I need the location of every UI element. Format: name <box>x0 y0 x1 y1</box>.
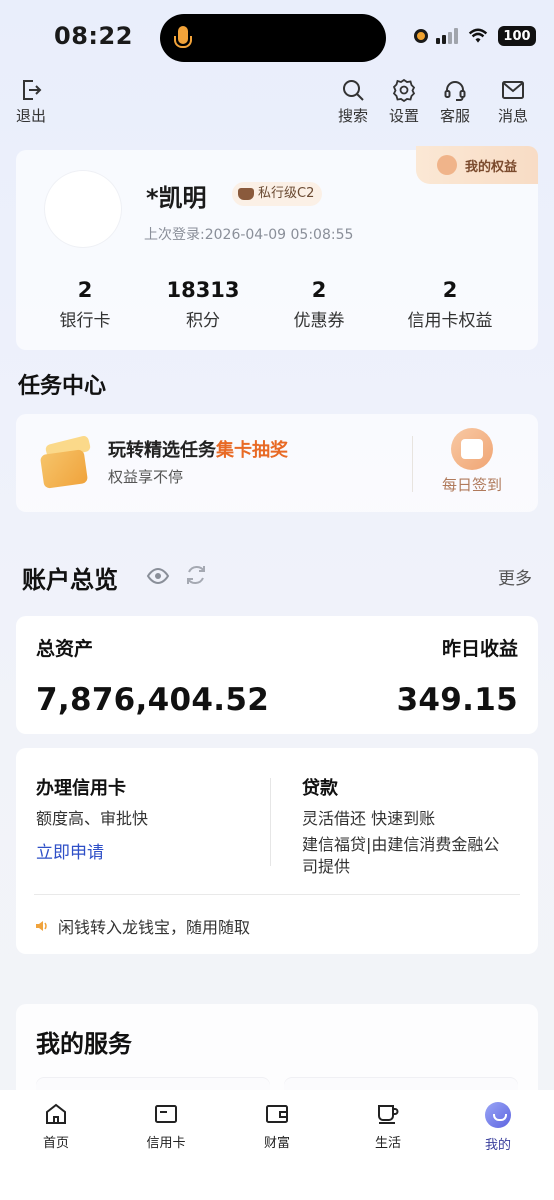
stat-credit-card-rights[interactable]: 2 信用卡权益 <box>400 278 500 331</box>
stat-label: 银行卡 <box>59 311 111 331</box>
task-headline: 玩转精选任务集卡抽奖 <box>108 436 288 462</box>
loan-desc: 灵活借还 快速到账 <box>302 809 436 828</box>
microphone-icon <box>174 26 192 48</box>
home-icon <box>46 1103 66 1124</box>
status-time: 08:22 <box>54 22 133 50</box>
recording-dot-icon <box>414 29 428 43</box>
speaker-icon <box>36 921 47 931</box>
search-button[interactable]: 搜索 <box>338 78 368 126</box>
search-label: 搜索 <box>338 107 369 125</box>
tab-life[interactable]: 生活 <box>348 1102 428 1151</box>
task-card[interactable]: 玩转精选任务集卡抽奖 权益享不停 每日签到 <box>16 414 538 512</box>
signal-icon <box>436 28 458 44</box>
cup-icon <box>378 1105 399 1124</box>
tab-credit-card[interactable]: 信用卡 <box>126 1102 206 1151</box>
calendar-check-icon <box>451 428 493 470</box>
bottom-tab-bar: 首页 信用卡 财富 生活 我的 <box>0 1090 554 1200</box>
search-icon <box>343 80 364 101</box>
credit-card-title[interactable]: 办理信用卡 <box>36 774 126 800</box>
tab-label: 首页 <box>42 1136 69 1151</box>
yesterday-income-value: 349.15 <box>396 682 518 718</box>
assets-card[interactable]: 总资产 昨日收益 7,876,404.52 349.15 <box>16 616 538 734</box>
tab-label: 生活 <box>374 1136 401 1151</box>
task-headline-highlight: 集卡抽奖 <box>216 440 288 461</box>
tab-mine[interactable]: 我的 <box>458 1102 538 1153</box>
tab-label: 信用卡 <box>146 1136 186 1151</box>
stat-coupons[interactable]: 2 优惠券 <box>276 278 362 331</box>
my-rights-label: 我的权益 <box>464 159 517 175</box>
lotus-icon <box>436 155 457 175</box>
daily-checkin-button[interactable]: 每日签到 <box>436 428 508 495</box>
level-label: 私行级C2 <box>258 186 315 201</box>
tab-home[interactable]: 首页 <box>16 1102 96 1151</box>
tab-label: 我的 <box>484 1138 511 1153</box>
stat-label: 积分 <box>186 311 220 331</box>
stat-value: 2 <box>311 278 327 302</box>
username: *凯明 <box>146 184 207 212</box>
stat-value: 18313 <box>166 278 240 302</box>
total-assets-label: 总资产 <box>36 638 94 660</box>
messages-button[interactable]: 消息 <box>498 78 528 126</box>
services-card: 办理信用卡 额度高、审批快 立即申请 贷款 灵活借还 快速到账 建信福贷|由建信… <box>16 748 538 954</box>
gift-box-icon <box>38 434 96 489</box>
loan-provider: 建信福贷|由建信消费金融公 <box>302 835 500 854</box>
task-headline-text: 玩转精选任务 <box>108 440 216 461</box>
divider <box>270 778 271 866</box>
customer-service-button[interactable]: 客服 <box>440 78 470 126</box>
overview-more-link[interactable]: 更多 <box>498 564 532 589</box>
status-indicators: 100 <box>414 26 536 46</box>
mail-icon <box>502 81 524 99</box>
task-subtitle: 权益享不停 <box>108 468 184 486</box>
logout-label: 退出 <box>16 107 47 125</box>
checkin-label: 每日签到 <box>441 476 502 494</box>
tab-wealth[interactable]: 财富 <box>237 1102 317 1151</box>
stat-value: 2 <box>442 278 458 302</box>
wallet-icon <box>266 1105 288 1123</box>
logout-button[interactable]: 退出 <box>16 78 46 126</box>
profile-card: *凯明 私行级C2 上次登录:2026-04-09 05:08:55 我的权益 … <box>16 146 538 350</box>
wifi-icon <box>468 28 488 43</box>
credit-card-desc: 额度高、审批快 <box>36 809 149 828</box>
divider <box>412 436 413 492</box>
notice-text: 闲钱转入龙钱宝，随用随取 <box>58 918 251 937</box>
avatar[interactable] <box>44 170 122 248</box>
logout-icon <box>23 80 42 100</box>
loan-provider-cont: 司提供 <box>302 857 351 876</box>
top-nav: 退出 搜索 设置 客服 消息 <box>0 78 554 128</box>
level-badge[interactable]: 私行级C2 <box>232 182 323 206</box>
crown-icon <box>238 188 254 200</box>
divider <box>34 894 520 895</box>
loan-title[interactable]: 贷款 <box>302 774 338 800</box>
account-overview-title: 账户总览 <box>22 566 118 594</box>
task-center-title: 任务中心 <box>18 374 107 399</box>
stat-label: 优惠券 <box>293 311 345 331</box>
dynamic-island <box>160 14 386 62</box>
stat-bank-cards[interactable]: 2 银行卡 <box>46 278 124 331</box>
refresh-icon[interactable] <box>184 563 208 587</box>
yesterday-income-label: 昨日收益 <box>441 638 518 660</box>
settings-label: 设置 <box>389 107 420 125</box>
tab-label: 财富 <box>263 1136 290 1151</box>
battery-indicator: 100 <box>498 26 536 46</box>
apply-now-link[interactable]: 立即申请 <box>36 838 104 863</box>
stat-points[interactable]: 18313 积分 <box>158 278 248 331</box>
messages-label: 消息 <box>498 107 529 125</box>
service-label: 客服 <box>440 107 471 125</box>
notice-bar[interactable]: 闲钱转入龙钱宝，随用随取 <box>36 914 250 938</box>
my-rights-button[interactable]: 我的权益 <box>416 146 538 184</box>
my-services-title: 我的服务 <box>36 1030 132 1058</box>
settings-button[interactable]: 设置 <box>389 78 419 126</box>
eye-icon[interactable] <box>146 564 170 588</box>
stat-label: 信用卡权益 <box>407 311 493 331</box>
headset-icon <box>444 81 466 101</box>
gear-icon <box>392 78 416 102</box>
status-bar: 08:22 100 <box>0 0 554 76</box>
profile-face-icon <box>485 1102 511 1128</box>
stat-value: 2 <box>77 278 93 302</box>
credit-card-icon <box>155 1105 177 1123</box>
total-assets-value: 7,876,404.52 <box>36 682 270 718</box>
last-login: 上次登录:2026-04-09 05:08:55 <box>144 227 354 243</box>
